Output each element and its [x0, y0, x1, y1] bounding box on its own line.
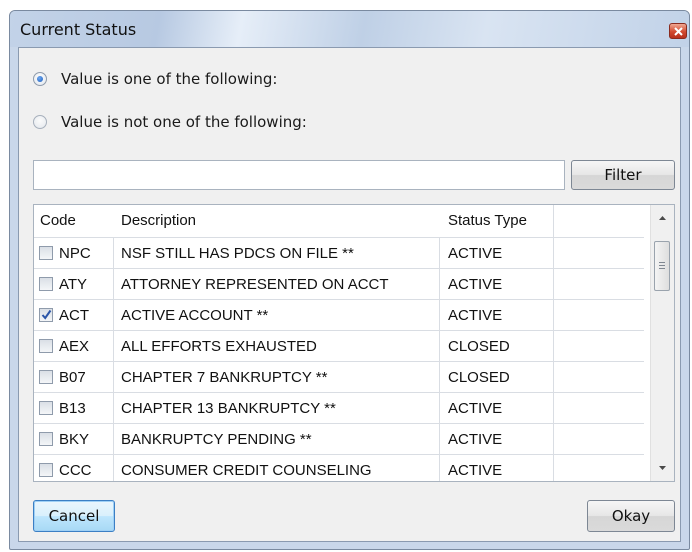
scroll-thumb[interactable]	[654, 241, 670, 291]
column-divider	[113, 237, 114, 481]
filter-button[interactable]: Filter	[571, 160, 675, 190]
row-checkbox[interactable]	[39, 339, 53, 353]
thumb-grip	[659, 265, 665, 266]
cell-status-type: ACTIVE	[448, 307, 503, 324]
thumb-grip	[659, 268, 665, 269]
cell-code: AEX	[59, 338, 90, 355]
close-icon	[674, 27, 683, 36]
row-checkbox[interactable]	[39, 246, 53, 260]
cell-description: CHAPTER 7 BANKRUPTCY **	[121, 369, 328, 386]
cell-description: ALL EFFORTS EXHAUSTED	[121, 338, 317, 355]
cell-description: ATTORNEY REPRESENTED ON ACCT	[121, 276, 389, 293]
cell-status-type: ACTIVE	[448, 276, 503, 293]
checkmark-icon	[41, 309, 52, 320]
row-checkbox[interactable]	[39, 463, 53, 477]
cell-description: BANKRUPTCY PENDING **	[121, 431, 312, 448]
include-option[interactable]: Value is one of the following:	[33, 68, 278, 90]
vertical-scrollbar[interactable]	[650, 205, 674, 481]
cell-code: CCC	[59, 462, 92, 479]
exclude-option-label: Value is not one of the following:	[61, 113, 307, 131]
exclude-option[interactable]: Value is not one of the following:	[33, 111, 307, 133]
cell-code: B07	[59, 369, 86, 386]
cell-status-type: CLOSED	[448, 338, 510, 355]
column-header-description[interactable]: Description	[121, 205, 196, 236]
cell-status-type: ACTIVE	[448, 245, 503, 262]
cell-status-type: ACTIVE	[448, 462, 503, 479]
cell-status-type: ACTIVE	[448, 431, 503, 448]
cell-description: CHAPTER 13 BANKRUPTCY **	[121, 400, 336, 417]
cancel-button[interactable]: Cancel	[33, 500, 115, 532]
scroll-down-button[interactable]	[651, 457, 674, 479]
column-divider	[553, 205, 554, 481]
status-table: Code Description Status Type NPC NSF STIL…	[33, 204, 675, 482]
okay-button[interactable]: Okay	[587, 500, 675, 532]
scroll-up-button[interactable]	[651, 207, 674, 229]
cell-description: NSF STILL HAS PDCS ON FILE **	[121, 245, 354, 262]
row-checkbox[interactable]	[39, 277, 53, 291]
scroll-up-arrow-icon	[659, 216, 666, 220]
cell-description: CONSUMER CREDIT COUNSELING	[121, 462, 372, 479]
cell-status-type: CLOSED	[448, 369, 510, 386]
cell-code: B13	[59, 400, 86, 417]
include-option-label: Value is one of the following:	[61, 70, 278, 88]
current-status-dialog: Current Status Value is one of the follo…	[9, 10, 690, 550]
cell-code: NPC	[59, 245, 91, 262]
cell-code: BKY	[59, 431, 90, 448]
column-divider	[439, 237, 440, 481]
dialog-body: Value is one of the following: Value is …	[18, 47, 681, 542]
row-checkbox[interactable]	[39, 401, 53, 415]
row-checkbox[interactable]	[39, 432, 53, 446]
row-checkbox[interactable]	[39, 370, 53, 384]
filter-input[interactable]	[33, 160, 565, 190]
column-header-status-type[interactable]: Status Type	[448, 205, 527, 236]
cell-code: ACT	[59, 307, 89, 324]
cell-status-type: ACTIVE	[448, 400, 503, 417]
exclude-radio[interactable]	[33, 115, 47, 129]
cell-description: ACTIVE ACCOUNT **	[121, 307, 269, 324]
close-button[interactable]	[669, 23, 687, 39]
dialog-title: Current Status	[20, 20, 137, 39]
title-bar[interactable]: Current Status	[10, 11, 689, 47]
include-radio[interactable]	[33, 72, 47, 86]
scroll-down-arrow-icon	[659, 466, 666, 470]
cell-code: ATY	[59, 276, 88, 293]
row-checkbox[interactable]	[39, 308, 53, 322]
column-header-code[interactable]: Code	[40, 205, 76, 236]
thumb-grip	[659, 262, 665, 263]
